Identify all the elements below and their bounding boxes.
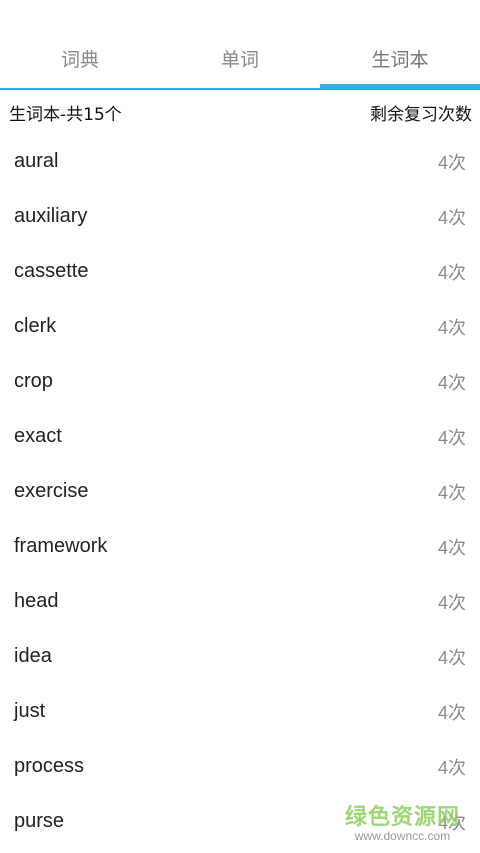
list-item[interactable]: exercise 4次 — [0, 464, 480, 519]
word-text: cassette — [14, 260, 89, 282]
review-count: 4次 — [437, 647, 466, 668]
review-count: 4次 — [437, 372, 466, 393]
list-item[interactable]: crop 4次 — [0, 354, 480, 409]
review-count: 4次 — [437, 537, 466, 558]
tab-words[interactable]: 单词 — [160, 0, 320, 88]
list-item[interactable]: framework 4次 — [0, 519, 480, 574]
word-list: aural 4次 auxiliary 4次 cassette 4次 clerk … — [0, 134, 480, 849]
review-count: 4次 — [437, 317, 466, 338]
word-text: auxiliary — [14, 205, 88, 227]
review-count: 4次 — [437, 152, 466, 173]
word-text: head — [14, 590, 59, 612]
word-text: framework — [14, 535, 108, 557]
word-text: aural — [14, 150, 59, 172]
word-text: clerk — [14, 315, 57, 337]
review-count: 4次 — [437, 812, 466, 833]
tab-vocabulary-book[interactable]: 生词本 — [320, 0, 480, 90]
list-item[interactable]: idea 4次 — [0, 629, 480, 684]
list-item[interactable]: clerk 4次 — [0, 299, 480, 354]
summary-bar: 生词本-共15个 剩余复习次数 — [0, 90, 480, 134]
word-text: process — [14, 755, 85, 777]
list-item[interactable]: exact 4次 — [0, 409, 480, 464]
word-text: exercise — [14, 480, 89, 502]
review-count: 4次 — [437, 592, 466, 613]
word-text: exact — [14, 425, 62, 447]
tab-dictionary-label: 词典 — [60, 48, 99, 71]
word-text: just — [14, 700, 46, 722]
review-count: 4次 — [437, 702, 466, 723]
list-item[interactable]: purse 4次 — [0, 794, 480, 849]
tab-dictionary[interactable]: 词典 — [0, 0, 160, 88]
review-count: 4次 — [437, 427, 466, 448]
review-count: 4次 — [437, 757, 466, 778]
remaining-reviews-header: 剩余复习次数 — [370, 104, 472, 125]
list-item[interactable]: cassette 4次 — [0, 244, 480, 299]
tab-words-label: 单词 — [220, 48, 259, 71]
word-text: idea — [14, 645, 52, 667]
list-item[interactable]: auxiliary 4次 — [0, 189, 480, 244]
list-item[interactable]: process 4次 — [0, 739, 480, 794]
list-item[interactable]: head 4次 — [0, 574, 480, 629]
word-text: purse — [14, 810, 65, 832]
review-count: 4次 — [437, 482, 466, 503]
list-item[interactable]: aural 4次 — [0, 134, 480, 189]
word-count-label: 生词本-共15个 — [9, 104, 122, 125]
tab-bar: 词典 单词 生词本 — [0, 0, 480, 90]
tab-vocabulary-book-label: 生词本 — [371, 48, 429, 71]
review-count: 4次 — [437, 207, 466, 228]
review-count: 4次 — [437, 262, 466, 283]
list-item[interactable]: just 4次 — [0, 684, 480, 739]
word-text: crop — [14, 370, 53, 392]
